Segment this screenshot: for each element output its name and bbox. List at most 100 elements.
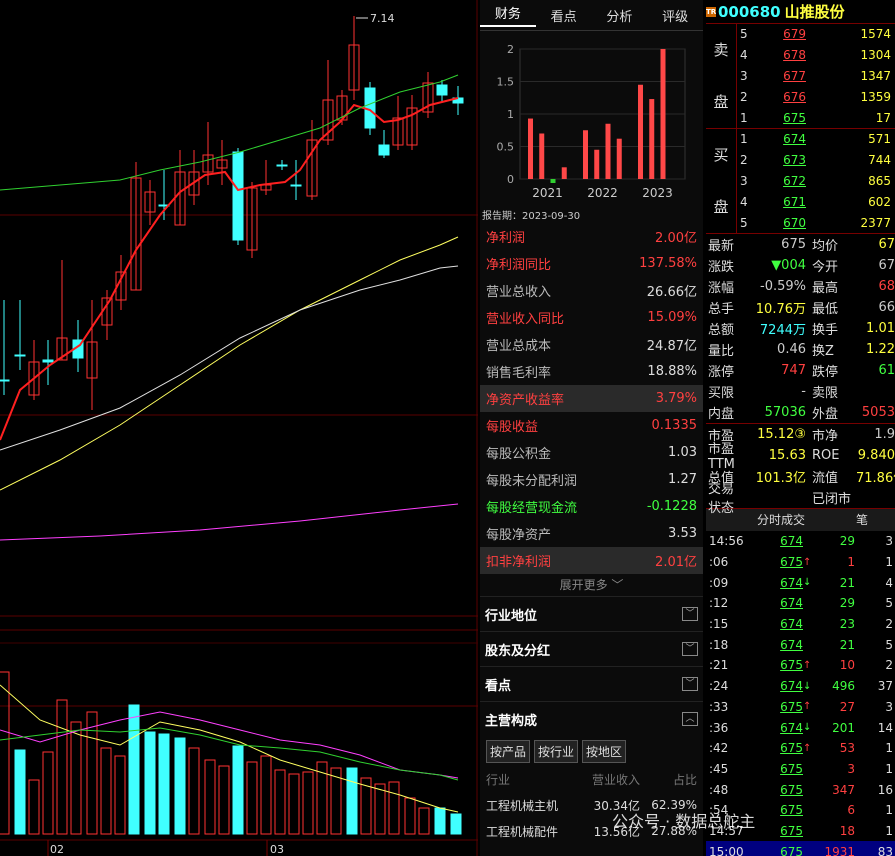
tick-count: 2: [885, 617, 893, 632]
metric-row[interactable]: 净资产收益率 3.79%: [480, 385, 703, 412]
section-0[interactable]: 行业地位 ﹀: [480, 596, 703, 631]
sell-label-1: 卖: [713, 41, 729, 60]
volume-bar: [418, 807, 430, 835]
volume-bar: [144, 731, 156, 835]
arrow-up-icon: ↑: [803, 556, 812, 568]
buy-level-row[interactable]: 4 671 602: [737, 191, 895, 212]
stat-value-2: 67: [878, 257, 895, 273]
metric-label: 营业总成本: [486, 339, 552, 354]
metric-value: 3.79%: [655, 391, 697, 406]
metric-row[interactable]: 每股收益 0.1335: [480, 412, 703, 439]
section-title: 看点: [485, 678, 512, 694]
candle-body: [232, 151, 244, 241]
metric-row[interactable]: 销售毛利率 18.88%: [480, 358, 703, 385]
volume-bar: [128, 704, 140, 835]
buy-level-row[interactable]: 1 674 571: [737, 129, 895, 150]
tick-price: 674: [780, 679, 803, 694]
book-volume: 571: [868, 132, 891, 147]
chevron-up-icon[interactable]: ︿: [682, 712, 698, 726]
candle-body: [290, 184, 302, 187]
volume-bar: [232, 745, 244, 835]
tick-time: :21: [709, 658, 729, 673]
buy-level-row[interactable]: 3 672 865: [737, 171, 895, 192]
metric-row[interactable]: 每股净资产 3.53: [480, 520, 703, 547]
metric-row[interactable]: 每股未分配利润 1.27: [480, 466, 703, 493]
candle-body: [42, 359, 54, 363]
stat-key: 买限: [708, 385, 735, 401]
fin-ytick: 1.5: [497, 76, 515, 89]
tick-price: 675: [780, 658, 803, 673]
product-header-cell: 占比: [673, 773, 698, 787]
book-level: 3: [740, 173, 748, 188]
buy-level-row[interactable]: 5 670 2377: [737, 212, 895, 233]
tick-time: :18: [709, 637, 729, 652]
tick-volume: 1: [847, 555, 855, 569]
buy-level-row[interactable]: 2 673 744: [737, 150, 895, 171]
metric-row[interactable]: 净利润同比 137.58%: [480, 250, 703, 277]
metric-row[interactable]: 净利润 2.00亿: [480, 223, 703, 250]
tick-price: 675: [780, 782, 803, 797]
metric-row[interactable]: 每股公积金 1.03: [480, 439, 703, 466]
buy-label-1: 买: [713, 146, 729, 165]
tick-price: 675: [780, 844, 803, 856]
metric-value: 1.27: [668, 472, 697, 487]
sell-level-row[interactable]: 2 676 1359: [737, 86, 895, 107]
tab-3[interactable]: 评级: [647, 6, 703, 25]
section-3[interactable]: 主营构成 ︿: [480, 701, 703, 736]
fin-ytick: 2: [507, 43, 514, 56]
candle-body: [0, 379, 10, 382]
metric-label: 销售毛利率: [486, 366, 552, 381]
metric-row[interactable]: 营业收入同比 15.09%: [480, 304, 703, 331]
sell-level-row[interactable]: 4 678 1304: [737, 45, 895, 66]
fin-ytick: 1: [507, 108, 514, 121]
metric-row[interactable]: 每股经营现金流 -0.1228: [480, 493, 703, 520]
stat-key-2: 市净: [812, 428, 839, 444]
tab-2[interactable]: 分析: [592, 6, 648, 25]
product-tab-2[interactable]: 按地区: [582, 740, 627, 763]
tick-row: :36 674 ↓ 201 14: [706, 717, 895, 738]
expand-more-button[interactable]: 展开更多 ﹀: [480, 574, 703, 596]
tick-time: :15: [709, 617, 729, 632]
volume-bar: [188, 747, 200, 835]
metric-row[interactable]: 扣非净利润 2.01亿: [480, 547, 703, 574]
stat-value-2: 71.86亿: [856, 470, 895, 486]
section-1[interactable]: 股东及分红 ﹀: [480, 631, 703, 666]
chevron-down-icon[interactable]: ﹀: [682, 607, 698, 621]
stat-row: 内盘 57036 外盘 5053: [706, 402, 895, 423]
chevron-down-icon[interactable]: ﹀: [682, 642, 698, 656]
tick-row: :33 675 ↑ 27 3: [706, 696, 895, 717]
tick-price: 674: [780, 617, 803, 632]
metric-row[interactable]: 营业总收入 26.66亿: [480, 277, 703, 304]
candle-body: [276, 164, 288, 167]
volume-bar: [70, 721, 82, 835]
tick-volume: 3: [847, 761, 855, 776]
metric-label: 净资产收益率: [486, 393, 565, 408]
sell-level-row[interactable]: 1 675 17: [737, 107, 895, 128]
stat-value: 101.3亿: [755, 470, 806, 486]
chevron-down-icon[interactable]: ﹀: [682, 677, 698, 691]
stock-name: 山推股份: [784, 3, 845, 21]
volume-bar: [288, 773, 300, 835]
stat-row: 涨幅 -0.59% 最高 68: [706, 276, 895, 297]
stat-value-2: 9.840: [857, 447, 895, 463]
tick-time: :33: [709, 699, 729, 714]
stat-key-2: 已闭市: [812, 491, 852, 507]
product-tab-1[interactable]: 按行业: [534, 740, 579, 763]
book-level: 5: [740, 27, 748, 42]
sell-level-row[interactable]: 3 677 1347: [737, 66, 895, 87]
tick-time: :06: [709, 555, 729, 569]
tab-0[interactable]: 财务: [480, 3, 536, 27]
tick-price: 675: [780, 803, 803, 818]
book-volume: 1359: [860, 89, 891, 104]
product-tab-0[interactable]: 按产品: [486, 740, 531, 763]
metric-row[interactable]: 营业总成本 24.87亿: [480, 331, 703, 358]
arrow-down-icon: ↓: [803, 680, 812, 692]
section-2[interactable]: 看点 ﹀: [480, 666, 703, 701]
tick-row: :12 674 29 5: [706, 593, 895, 614]
sell-level-row[interactable]: 5 679 1574: [737, 24, 895, 45]
tick-row: 14:56 674 29 3: [706, 531, 895, 552]
kline-chart[interactable]: 7.14 02 03: [0, 0, 478, 856]
stock-title: TR 000680 山推股份: [706, 0, 895, 24]
tab-1[interactable]: 看点: [536, 6, 592, 25]
tick-time: :09: [709, 575, 729, 590]
